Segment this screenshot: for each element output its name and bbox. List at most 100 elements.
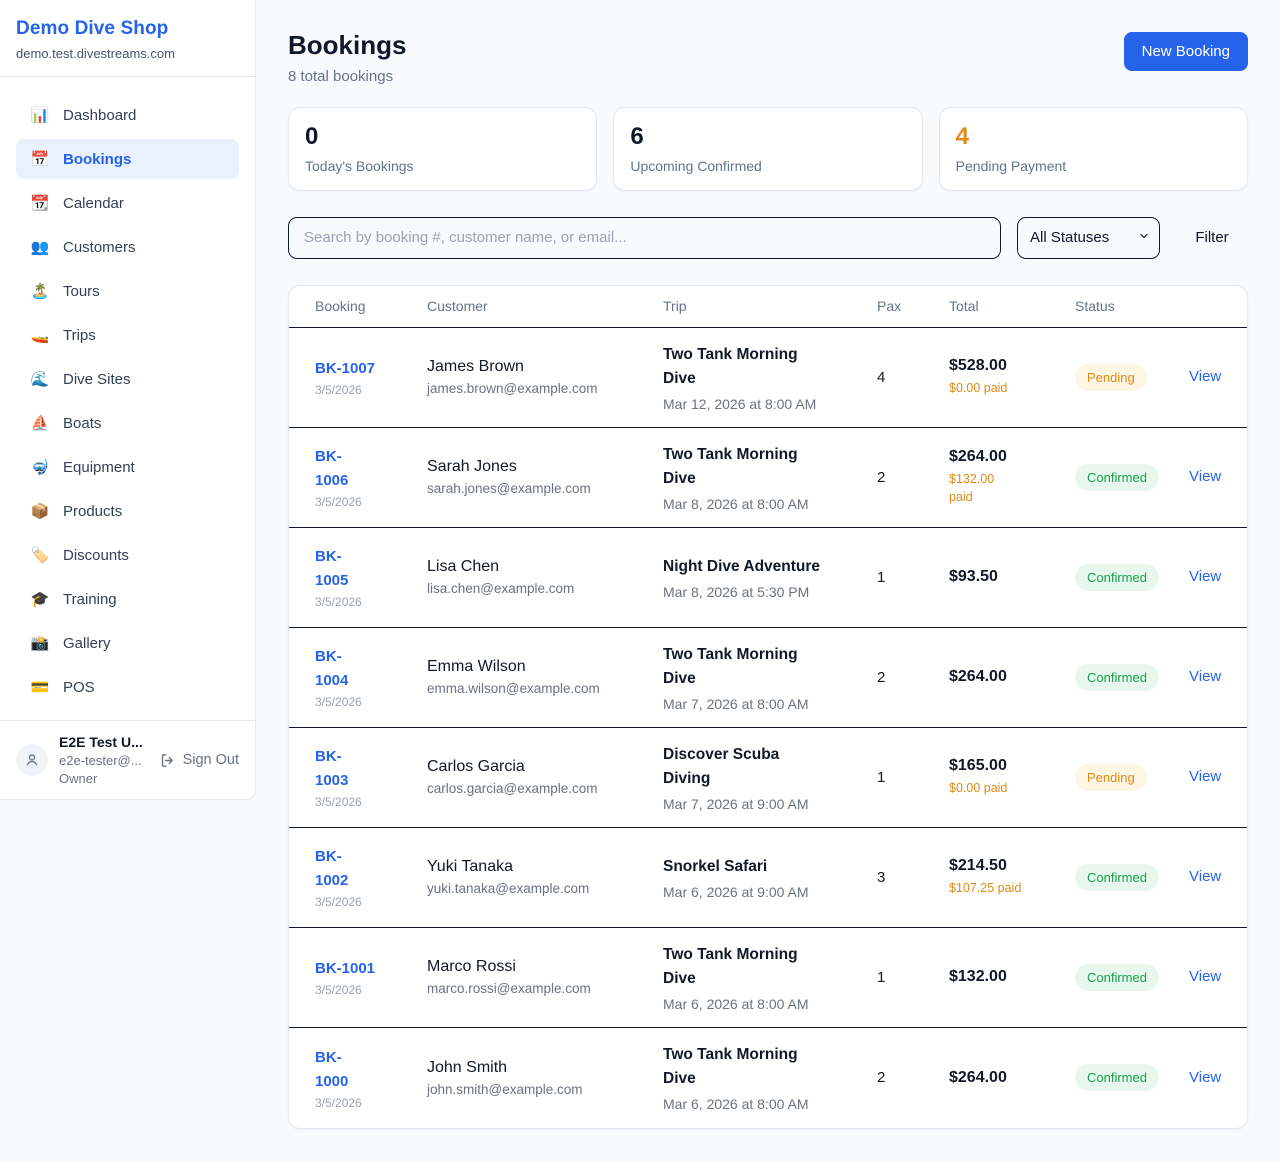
page-title: Bookings xyxy=(288,30,406,61)
booking-id-link[interactable]: BK- 1005 xyxy=(315,545,427,593)
view-link[interactable]: View xyxy=(1189,668,1221,685)
sidebar-item-customers[interactable]: 👥 Customers xyxy=(16,227,239,267)
view-link[interactable]: View xyxy=(1189,468,1221,485)
column-header-customer: Customer xyxy=(427,298,663,314)
trip-datetime: Mar 6, 2026 at 8:00 AM xyxy=(663,996,877,1012)
status-badge: Confirmed xyxy=(1075,964,1159,991)
stat-label: Pending Payment xyxy=(956,158,1231,174)
pax-cell: 2 xyxy=(877,1069,949,1086)
booking-cell: BK- 1006 3/5/2026 xyxy=(315,445,427,509)
sign-out-button[interactable]: Sign Out xyxy=(159,752,239,769)
sidebar-nav: 📊 Dashboard 📅 Bookings 📆 Calendar 👥 Cust… xyxy=(0,77,255,707)
view-link[interactable]: View xyxy=(1189,568,1221,585)
view-link[interactable]: View xyxy=(1189,1069,1221,1086)
booking-cell: BK- 1004 3/5/2026 xyxy=(315,645,427,709)
customer-name: James Brown xyxy=(427,358,663,376)
sidebar-item-training[interactable]: 🎓 Training xyxy=(16,579,239,619)
page-subtitle: 8 total bookings xyxy=(288,68,406,85)
trip-cell: Discover Scuba Diving Mar 7, 2026 at 9:0… xyxy=(663,743,877,812)
booking-id-link[interactable]: BK- 1000 xyxy=(315,1046,427,1094)
sidebar-item-dashboard[interactable]: 📊 Dashboard xyxy=(16,95,239,135)
pax-cell: 4 xyxy=(877,369,949,386)
booking-id-link[interactable]: BK- 1003 xyxy=(315,745,427,793)
total-cell: $132.00 xyxy=(949,968,1075,986)
total-amount: $214.50 xyxy=(949,857,1075,875)
trip-name: Two Tank Morning Dive xyxy=(663,443,877,491)
sidebar-item-bookings[interactable]: 📅 Bookings xyxy=(16,139,239,179)
view-link[interactable]: View xyxy=(1189,968,1221,985)
sidebar-item-gallery[interactable]: 📸 Gallery xyxy=(16,623,239,663)
table-row: BK- 1006 3/5/2026 Sarah Jones sarah.jone… xyxy=(289,428,1247,528)
booking-date: 3/5/2026 xyxy=(315,795,427,809)
stat-value: 0 xyxy=(305,123,580,151)
column-header-booking: Booking xyxy=(315,298,427,314)
sidebar-item-label: Discounts xyxy=(63,547,129,564)
total-cell: $214.50 $107.25 paid xyxy=(949,857,1075,898)
booking-id-link[interactable]: BK- 1002 xyxy=(315,845,427,893)
sidebar-item-discounts[interactable]: 🏷️ Discounts xyxy=(16,535,239,575)
actions-cell: View xyxy=(1189,468,1221,486)
gallery-icon: 📸 xyxy=(30,636,50,651)
customer-name: Carlos Garcia xyxy=(427,758,663,776)
discounts-icon: 🏷️ xyxy=(30,548,50,563)
sidebar-item-trips[interactable]: 🚤 Trips xyxy=(16,315,239,355)
search-input[interactable] xyxy=(288,217,1001,259)
booking-cell: BK- 1003 3/5/2026 xyxy=(315,745,427,809)
customer-email: carlos.garcia@example.com xyxy=(427,781,663,796)
status-badge: Pending xyxy=(1075,764,1147,791)
user-name: E2E Test U... xyxy=(59,734,148,750)
status-badge: Confirmed xyxy=(1075,1064,1159,1091)
sidebar-item-label: Gallery xyxy=(63,635,111,652)
sidebar-item-tours[interactable]: 🏝️ Tours xyxy=(16,271,239,311)
total-amount: $528.00 xyxy=(949,357,1075,375)
trip-cell: Night Dive Adventure Mar 8, 2026 at 5:30… xyxy=(663,555,877,600)
filter-button[interactable]: Filter xyxy=(1176,228,1248,247)
sign-out-label: Sign Out xyxy=(183,752,239,768)
status-badge: Confirmed xyxy=(1075,564,1159,591)
customer-email: lisa.chen@example.com xyxy=(427,581,663,596)
booking-date: 3/5/2026 xyxy=(315,595,427,609)
tours-icon: 🏝️ xyxy=(30,284,50,299)
trip-name: Snorkel Safari xyxy=(663,855,877,879)
booking-id-link[interactable]: BK-1007 xyxy=(315,357,427,381)
trip-cell: Two Tank Morning Dive Mar 6, 2026 at 8:0… xyxy=(663,943,877,1012)
customer-email: sarah.jones@example.com xyxy=(427,481,663,496)
booking-id-link[interactable]: BK- 1006 xyxy=(315,445,427,493)
paid-amount: $0.00 paid xyxy=(949,779,1075,798)
pax-cell: 1 xyxy=(877,969,949,986)
trip-name: Two Tank Morning Dive xyxy=(663,343,877,391)
sidebar-item-pos[interactable]: 💳 POS xyxy=(16,667,239,707)
dashboard-icon: 📊 xyxy=(30,108,50,123)
trip-name: Discover Scuba Diving xyxy=(663,743,877,791)
booking-id-link[interactable]: BK- 1004 xyxy=(315,645,427,693)
view-link[interactable]: View xyxy=(1189,868,1221,885)
actions-cell: View xyxy=(1189,568,1221,586)
sidebar-item-products[interactable]: 📦 Products xyxy=(16,491,239,531)
booking-id-link[interactable]: BK-1001 xyxy=(315,957,427,981)
trip-cell: Two Tank Morning Dive Mar 8, 2026 at 8:0… xyxy=(663,443,877,512)
view-link[interactable]: View xyxy=(1189,368,1221,385)
filters-row: All Statuses Filter xyxy=(288,217,1248,259)
status-cell: Confirmed xyxy=(1075,1064,1189,1091)
sidebar-item-equipment[interactable]: 🤿 Equipment xyxy=(16,447,239,487)
view-link[interactable]: View xyxy=(1189,768,1221,785)
sidebar-item-label: Tours xyxy=(63,283,100,300)
bookings-icon: 📅 xyxy=(30,152,50,167)
status-filter-select[interactable]: All Statuses xyxy=(1017,217,1160,259)
sidebar-item-dive-sites[interactable]: 🌊 Dive Sites xyxy=(16,359,239,399)
new-booking-button[interactable]: New Booking xyxy=(1124,32,1248,71)
sidebar-item-calendar[interactable]: 📆 Calendar xyxy=(16,183,239,223)
stats-row: 0 Today's Bookings 6 Upcoming Confirmed … xyxy=(288,107,1248,191)
trips-icon: 🚤 xyxy=(30,328,50,343)
trip-name: Two Tank Morning Dive xyxy=(663,943,877,991)
table-row: BK-1001 3/5/2026 Marco Rossi marco.rossi… xyxy=(289,928,1247,1028)
sidebar-item-boats[interactable]: ⛵ Boats xyxy=(16,403,239,443)
user-icon xyxy=(23,751,41,769)
total-cell: $264.00 xyxy=(949,668,1075,686)
paid-amount: $0.00 paid xyxy=(949,379,1075,398)
status-badge: Confirmed xyxy=(1075,464,1159,491)
sidebar-user-footer: E2E Test U... e2e-tester@... Owner Sign … xyxy=(0,720,255,799)
stat-value: 4 xyxy=(956,123,1231,151)
customer-email: yuki.tanaka@example.com xyxy=(427,881,663,896)
actions-cell: View xyxy=(1189,668,1221,686)
